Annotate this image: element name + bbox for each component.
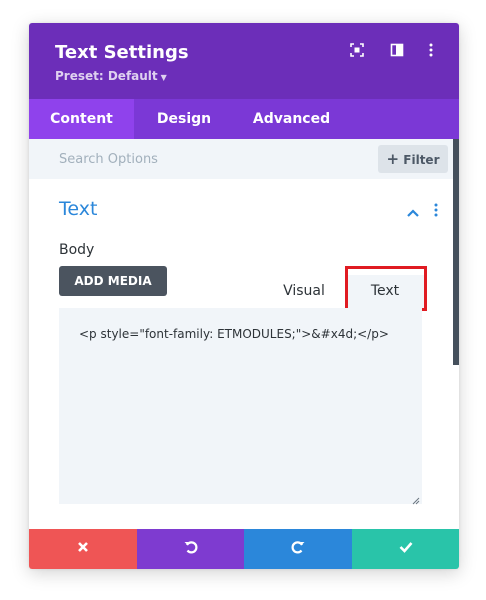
redo-icon <box>290 539 306 560</box>
text-settings-modal: Text Settings Preset: Default▼ Content <box>29 23 459 569</box>
section-menu-icon[interactable] <box>433 203 439 217</box>
resize-handle-icon[interactable] <box>412 494 420 505</box>
scrollbar[interactable] <box>453 139 459 365</box>
cancel-button[interactable] <box>29 529 137 569</box>
tab-content[interactable]: Content <box>29 99 134 139</box>
modal-footer <box>29 529 459 569</box>
filter-label: Filter <box>403 153 440 167</box>
save-button[interactable] <box>352 529 459 569</box>
preset-label: Preset: Default <box>55 69 158 83</box>
highlight-box <box>345 266 427 311</box>
section-title[interactable]: Text <box>59 198 97 220</box>
split-view-icon[interactable] <box>389 42 405 58</box>
editor-tab-visual[interactable]: Visual <box>263 275 345 308</box>
search-input[interactable] <box>29 139 369 179</box>
plus-icon: + <box>386 150 400 168</box>
body-label: Body <box>59 242 95 258</box>
undo-button[interactable] <box>137 529 244 569</box>
search-bar: + Filter <box>29 139 459 179</box>
filter-button[interactable]: + Filter <box>378 145 448 173</box>
caret-down-icon: ▼ <box>160 73 167 82</box>
fullscreen-icon[interactable] <box>349 42 365 58</box>
close-icon <box>77 540 89 558</box>
tab-bar: Content Design Advanced <box>29 99 459 139</box>
add-media-button[interactable]: ADD MEDIA <box>59 266 167 296</box>
chevron-up-icon[interactable] <box>406 205 420 217</box>
modal-title: Text Settings <box>55 42 189 63</box>
editor-content: <p style="font-family: ETMODULES;">&#x4d… <box>79 327 389 341</box>
tab-advanced[interactable]: Advanced <box>234 99 349 139</box>
more-menu-icon[interactable] <box>423 42 439 58</box>
redo-button[interactable] <box>244 529 352 569</box>
check-icon <box>399 540 413 558</box>
modal-header[interactable]: Text Settings Preset: Default ▼ <box>29 23 459 99</box>
preset-selector[interactable]: Preset: Default ▼ <box>55 69 167 83</box>
tab-design[interactable]: Design <box>134 99 234 139</box>
body-text-editor[interactable]: <p style="font-family: ETMODULES;">&#x4d… <box>59 308 422 505</box>
undo-icon <box>183 539 199 560</box>
